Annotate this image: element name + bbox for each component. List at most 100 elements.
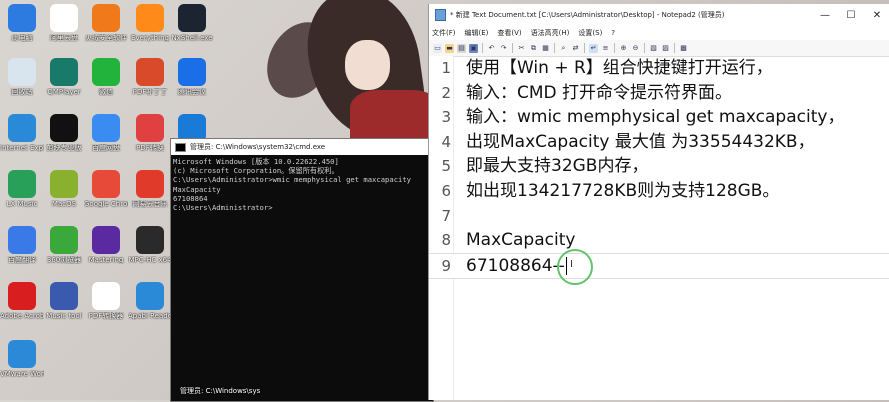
- desktop-icon[interactable]: NxShell.exe: [170, 4, 214, 58]
- editor[interactable]: 1 使用【Win + R】组合快捷键打开运行， 2 输入：CMD 打开命令提示符界面。…: [429, 56, 889, 400]
- cmd-output[interactable]: Microsoft Windows [版本 10.0.22622.450] (c)…: [171, 155, 433, 214]
- redo-icon[interactable]: ↷: [499, 44, 508, 53]
- desktop-icon[interactable]: VMware Workstation: [0, 340, 44, 394]
- menu-file[interactable]: 文件(F): [432, 28, 456, 38]
- zoom-in-icon[interactable]: ⊕: [619, 44, 628, 53]
- desktop-icon-label: Adobe Acrobat: [0, 312, 44, 320]
- desktop-icon[interactable]: Music tool: [42, 282, 86, 336]
- desktop-icon[interactable]: MPC-HC x64: [128, 226, 172, 280]
- desktop-icon-label: 腾讯会议: [178, 88, 206, 96]
- line-number: 2: [441, 83, 451, 102]
- desktop-icon-label: VMware Workstation: [0, 370, 44, 378]
- shield-icon: [92, 4, 120, 32]
- editor-line[interactable]: 7: [429, 204, 889, 228]
- close-button[interactable]: ✕: [864, 10, 889, 21]
- reader-icon: [136, 282, 164, 310]
- desktop-icon[interactable]: PDF补丁丁: [128, 58, 172, 112]
- click-indicator-ring: [557, 248, 593, 285]
- menu-settings[interactable]: 设置(S): [578, 28, 602, 38]
- desktop-icon[interactable]: 阿里云盘: [42, 4, 86, 58]
- find-icon[interactable]: ⌕: [559, 44, 568, 53]
- desktop-icon-label: Google Chrome: [84, 200, 128, 208]
- editor-line[interactable]: 1 使用【Win + R】组合快捷键打开运行，: [429, 56, 889, 80]
- copy-icon[interactable]: ⧉: [529, 44, 538, 53]
- maximize-button[interactable]: ☐: [838, 10, 864, 21]
- notepad-icon: [435, 9, 446, 21]
- paste-icon[interactable]: ▦: [541, 44, 550, 53]
- cmd-line: (c) Microsoft Corporation。保留所有权利。: [173, 166, 339, 176]
- menu-help[interactable]: ?: [611, 29, 615, 37]
- browser-icon: [50, 226, 78, 254]
- undo-icon[interactable]: ↶: [487, 44, 496, 53]
- cmd-titlebar[interactable]: 管理员: C:\Windows\system32\cmd.exe: [171, 139, 433, 155]
- desktop-icon[interactable]: Internet Explorer: [0, 114, 44, 168]
- editor-line[interactable]: 8 MaxCapacity: [429, 228, 889, 252]
- chrome-icon: [92, 170, 120, 198]
- menu-view[interactable]: 查看(V): [497, 28, 521, 38]
- line-number: 5: [441, 157, 451, 176]
- notepad-window[interactable]: * 新建 Text Document.txt [C:\Users\Adminis…: [428, 4, 889, 400]
- desktop-icon[interactable]: QMPlayer: [42, 58, 86, 112]
- desktop-icon[interactable]: Google Chrome: [84, 170, 128, 224]
- taskbar-label[interactable]: 管理员: C:\Windows\sys: [180, 386, 260, 396]
- desktop-icon[interactable]: Apabi Reader: [128, 282, 172, 336]
- desktop-icon[interactable]: 360浏览器: [42, 226, 86, 280]
- menu-syntax[interactable]: 语法高亮(H): [531, 28, 570, 38]
- cmd-window[interactable]: 管理员: C:\Windows\system32\cmd.exe Microso…: [170, 138, 434, 402]
- indent-icon[interactable]: ≡: [601, 44, 610, 53]
- desktop-icon[interactable]: Adobe Acrobat: [0, 282, 44, 336]
- desktop-icon-label: 此电脑: [11, 34, 33, 42]
- word-wrap-icon[interactable]: ↵: [589, 43, 598, 53]
- cloud-icon: [50, 4, 78, 32]
- desktop-icon[interactable]: 腾讯会议: [170, 58, 214, 112]
- exit-icon[interactable]: ▩: [679, 44, 688, 53]
- editor-line[interactable]: 9 67108864-- I: [429, 248, 889, 285]
- line-text: 输入：wmic memphysical get maxcapacity，: [466, 107, 845, 128]
- computer-icon: [8, 4, 36, 32]
- desktop-icon[interactable]: LX Music: [0, 170, 44, 224]
- scheme-icon[interactable]: ▧: [649, 44, 658, 53]
- desktop-icon[interactable]: 百度网盘: [84, 114, 128, 168]
- minimize-button[interactable]: —: [812, 10, 838, 21]
- desktop-icon[interactable]: 此电脑: [0, 4, 44, 58]
- pdf-convert-icon: [92, 282, 120, 310]
- replace-icon[interactable]: ⇄: [571, 44, 580, 53]
- desktop-icon-label: MacOS: [51, 200, 77, 208]
- notepad-title: * 新建 Text Document.txt [C:\Users\Adminis…: [450, 11, 725, 19]
- desktop-icon[interactable]: Mastering: [84, 226, 128, 280]
- open-folder-icon[interactable]: ▬: [445, 43, 454, 53]
- desktop-icon[interactable]: MacOS: [42, 170, 86, 224]
- line-text: 即最大支持32GB内存，: [466, 156, 649, 177]
- desktop-icon[interactable]: 回收站: [0, 58, 44, 112]
- desktop-icon[interactable]: PDF转换: [128, 114, 172, 168]
- editor-line[interactable]: 5 即最大支持32GB内存，: [429, 154, 889, 178]
- desktop-icon-label: 网易云音乐: [132, 200, 168, 208]
- desktop-icon[interactable]: 剪映专业版: [42, 114, 86, 168]
- new-file-icon[interactable]: ▭: [433, 43, 442, 53]
- cut-icon[interactable]: ✂: [517, 44, 526, 53]
- menu-edit[interactable]: 编辑(E): [465, 28, 489, 38]
- desktop-icon[interactable]: 百度翻译: [0, 226, 44, 280]
- cmd-title: 管理员: C:\Windows\system32\cmd.exe: [190, 143, 326, 151]
- desktop-icon[interactable]: Everything: [128, 4, 172, 58]
- notepad-titlebar[interactable]: * 新建 Text Document.txt [C:\Users\Adminis…: [429, 4, 889, 26]
- ie-icon: [8, 114, 36, 142]
- save-icon[interactable]: ▣: [469, 43, 478, 53]
- desktop-icon-label: Internet Explorer: [0, 144, 44, 152]
- disk-icon: [92, 114, 120, 142]
- editor-line[interactable]: 3 输入：wmic memphysical get maxcapacity，: [429, 105, 889, 129]
- zoom-out-icon[interactable]: ⊖: [631, 44, 640, 53]
- editor-line[interactable]: 6 如出现134217728KB则为支持128GB。: [429, 179, 889, 203]
- editor-line[interactable]: 2 输入：CMD 打开命令提示符界面。: [429, 81, 889, 105]
- disc-icon: [50, 170, 78, 198]
- editor-line[interactable]: 4 出现MaxCapacity 最大值 为33554432KB，: [429, 130, 889, 154]
- desktop-icon[interactable]: 网易云音乐: [128, 170, 172, 224]
- scheme-config-icon[interactable]: ▨: [661, 44, 670, 53]
- desktop-icon[interactable]: 火绒安全软件: [84, 4, 128, 58]
- line-text: 如出现134217728KB则为支持128GB。: [466, 181, 780, 201]
- play-icon: [50, 58, 78, 86]
- browse-icon[interactable]: ▤: [457, 43, 466, 53]
- desktop-icon[interactable]: PDF转换器: [84, 282, 128, 336]
- desktop-icon[interactable]: 微信: [84, 58, 128, 112]
- line-text: MaxCapacity: [466, 230, 576, 251]
